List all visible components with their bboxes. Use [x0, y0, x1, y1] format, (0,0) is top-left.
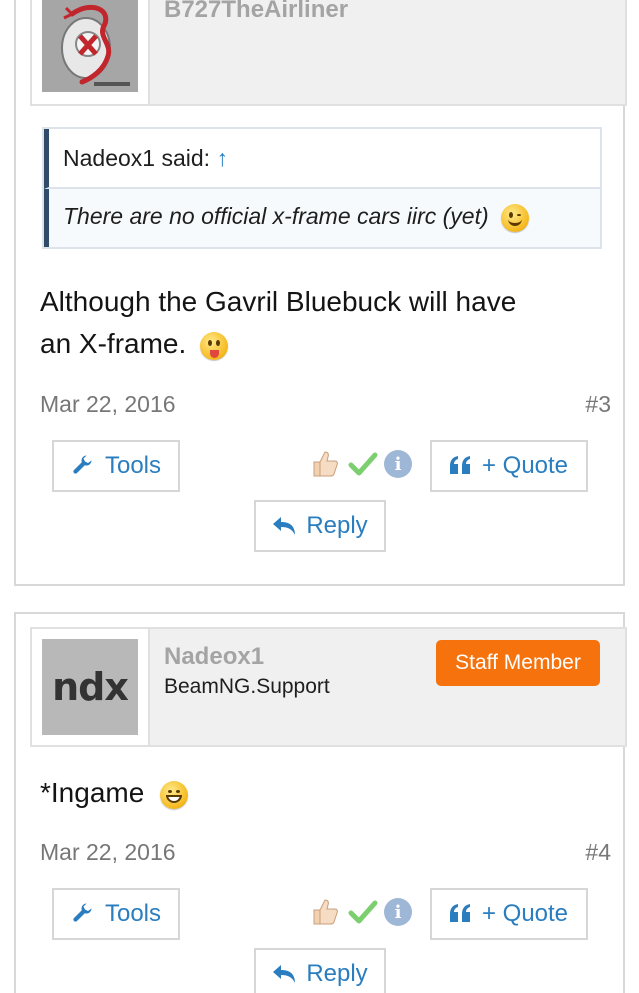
message-text: Although the Gavril Bluebuck will have a… [40, 281, 516, 365]
tools-label: Tools [104, 452, 162, 479]
jump-to-quote-arrow-icon[interactable]: ↑ [216, 145, 228, 171]
quote-button[interactable]: + Quote [430, 888, 588, 940]
quote-mark-icon [449, 456, 470, 474]
message-line: an X-frame. [40, 323, 516, 365]
post-4: ndx Nadeox1 BeamNG.Support Staff Member … [14, 612, 627, 993]
post-permalink[interactable]: #3 [585, 391, 611, 418]
info-icon[interactable]: i [384, 898, 412, 926]
reply-label: Reply [306, 512, 368, 539]
post-date[interactable]: Mar 22, 2016 [40, 391, 176, 418]
bb-quote: Nadeox1 said: ↑ There are no official x-… [42, 127, 602, 249]
post-permalink[interactable]: #4 [585, 839, 611, 866]
quote-mark-icon [449, 904, 470, 922]
reply-arrow-icon [273, 965, 296, 983]
wrench-icon [73, 903, 92, 922]
thumbs-up-icon[interactable] [310, 448, 342, 480]
dragon-emblem-icon [42, 0, 138, 92]
reply-button[interactable]: Reply [254, 948, 386, 993]
quote-label: + Quote [481, 900, 569, 927]
wrench-icon [73, 455, 92, 474]
avatar[interactable] [42, 0, 138, 92]
avatar-frame [32, 0, 150, 104]
grin-smiley-icon [160, 780, 189, 809]
quote-text: There are no official x-frame cars iirc … [63, 203, 489, 229]
quote-attribution[interactable]: Nadeox1 said: ↑ [44, 129, 600, 189]
thumbs-up-icon[interactable] [310, 896, 342, 928]
quote-author: Nadeox1 said: [63, 145, 211, 171]
tools-button[interactable]: Tools [52, 440, 180, 492]
wink-smiley-icon [501, 203, 530, 232]
post-date[interactable]: Mar 22, 2016 [40, 839, 176, 866]
reaction-bar: i [310, 448, 412, 480]
staff-badge: Staff Member [436, 640, 600, 686]
tools-button[interactable]: Tools [52, 888, 180, 940]
tools-label: Tools [104, 900, 162, 927]
reaction-bar: i [310, 896, 412, 928]
quote-content: There are no official x-frame cars iirc … [44, 189, 600, 247]
info-icon[interactable]: i [384, 450, 412, 478]
username[interactable]: Nadeox1 [164, 643, 264, 671]
reply-button[interactable]: Reply [254, 500, 386, 552]
checkmark-icon[interactable] [348, 451, 378, 477]
username[interactable]: B727TheAirliner [164, 0, 348, 24]
quote-button[interactable]: + Quote [430, 440, 588, 492]
message-user-info: B727TheAirliner [30, 0, 627, 106]
reply-label: Reply [306, 960, 368, 987]
message-text: *Ingame [40, 772, 189, 814]
user-title: BeamNG.Support [164, 675, 330, 698]
quote-label: + Quote [481, 452, 569, 479]
avatar[interactable]: ndx [42, 639, 138, 735]
post-3: B727TheAirliner Nadeox1 said: ↑ There ar… [14, 0, 627, 586]
avatar-text: ndx [52, 665, 129, 709]
message-line: Although the Gavril Bluebuck will have [40, 286, 517, 317]
reply-arrow-icon [273, 517, 296, 535]
avatar-frame: ndx [32, 629, 150, 745]
message-user-info: ndx Nadeox1 BeamNG.Support Staff Member [30, 627, 627, 747]
checkmark-icon[interactable] [348, 899, 378, 925]
tongue-smiley-icon [200, 331, 229, 360]
